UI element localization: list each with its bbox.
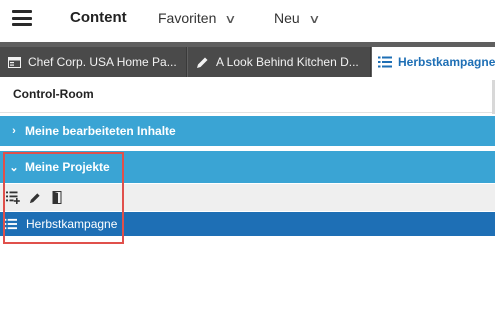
nav-favoriten-label: Favoriten xyxy=(158,10,217,26)
page-icon xyxy=(6,55,22,69)
pencil-icon[interactable] xyxy=(26,189,44,207)
nav-favoriten-menu[interactable]: Favoriten ∨ xyxy=(158,10,237,26)
section-meine-bearbeiteten-inhalte[interactable]: › Meine bearbeiteten Inhalte xyxy=(0,116,495,146)
control-room-header: Control-Room xyxy=(0,77,495,113)
nav-content[interactable]: Content xyxy=(70,9,127,26)
list-icon xyxy=(4,218,20,230)
tab-label: Herbstkampagne xyxy=(398,55,495,69)
chevron-down-icon: ∨ xyxy=(307,12,321,26)
control-room-title: Control-Room xyxy=(13,87,94,101)
section-label: Meine bearbeiteten Inhalte xyxy=(25,124,176,138)
tab-look-behind-kitchen[interactable]: A Look Behind Kitchen D... xyxy=(188,47,371,77)
door-icon[interactable] xyxy=(48,189,66,207)
tab-herbstkampagne[interactable]: Herbstkampagne xyxy=(372,47,495,77)
pencil-icon xyxy=(194,55,210,69)
project-toolbar xyxy=(0,184,495,211)
tab-strip: Chef Corp. USA Home Pa... A Look Behind … xyxy=(0,42,495,77)
chevron-right-icon: › xyxy=(12,125,16,137)
project-item-herbstkampagne[interactable]: Herbstkampagne xyxy=(0,212,495,236)
chevron-down-icon: ⌄ xyxy=(9,161,19,174)
tab-label: A Look Behind Kitchen D... xyxy=(216,55,359,69)
tab-label: Chef Corp. USA Home Pa... xyxy=(28,55,177,69)
section-meine-projekte[interactable]: ⌄ Meine Projekte xyxy=(0,151,495,183)
project-label: Herbstkampagne xyxy=(26,217,118,231)
chevron-down-icon: ∨ xyxy=(224,12,237,26)
nav-neu-menu[interactable]: Neu ∨ xyxy=(274,10,321,26)
nav-neu-label: Neu xyxy=(274,10,300,26)
tab-chef-corp-home[interactable]: Chef Corp. USA Home Pa... xyxy=(0,47,187,77)
top-header: Content Favoriten ∨ Neu ∨ xyxy=(0,0,495,40)
list-icon xyxy=(378,55,392,69)
add-list-icon[interactable] xyxy=(4,189,22,207)
section-label: Meine Projekte xyxy=(25,160,110,174)
hamburger-menu-icon[interactable] xyxy=(12,10,32,26)
